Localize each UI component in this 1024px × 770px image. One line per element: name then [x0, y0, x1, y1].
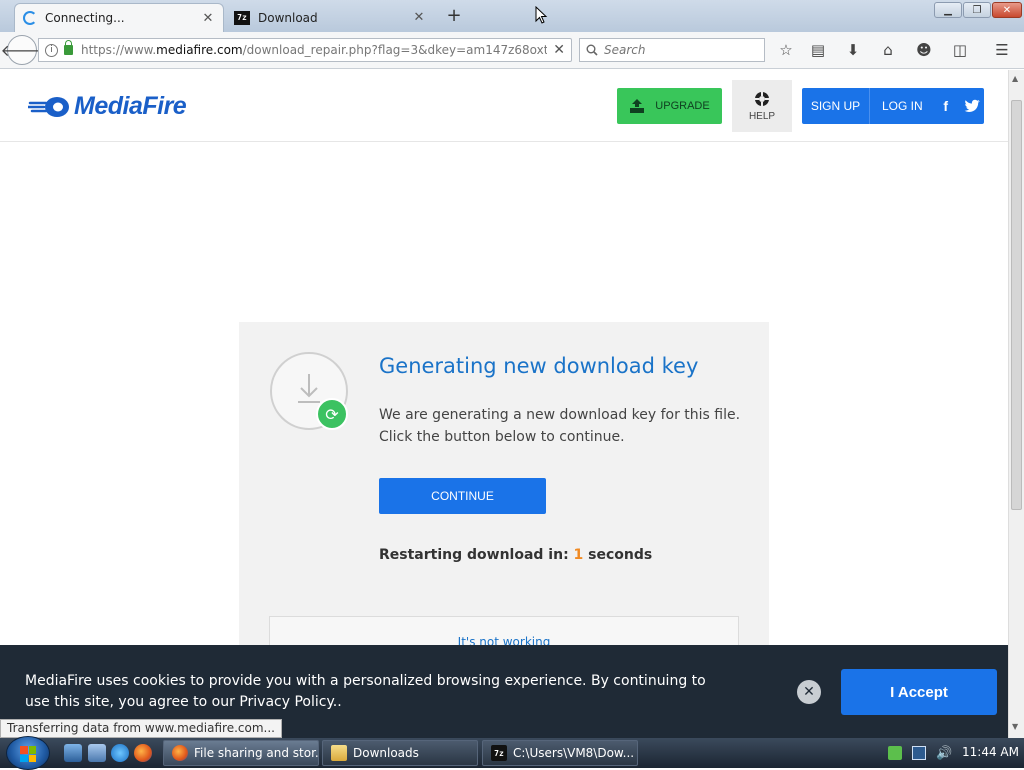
- explorer-icon[interactable]: [88, 744, 106, 762]
- windows-taskbar: File sharing and stor... Downloads 7z C:…: [0, 736, 1024, 770]
- taskbar-clock[interactable]: 11:44 AM: [962, 745, 1019, 759]
- scroll-up-icon[interactable]: ▲: [1012, 74, 1018, 83]
- back-button[interactable]: 🡐: [1, 35, 43, 65]
- navigation-bar: 🡐 i https://www.mediafire.com/download_r…: [0, 32, 1024, 69]
- info-icon[interactable]: i: [45, 43, 58, 57]
- accept-cookies-button[interactable]: I Accept: [841, 669, 997, 715]
- close-window-button[interactable]: ✕: [992, 2, 1022, 18]
- bookmark-star-icon[interactable]: ☆: [776, 40, 796, 60]
- tab-connecting[interactable]: Connecting... ✕: [14, 3, 224, 32]
- help-button[interactable]: HELP: [732, 80, 792, 132]
- scroll-down-icon[interactable]: ▼: [1012, 722, 1018, 731]
- new-tab-button[interactable]: +: [444, 5, 464, 26]
- search-icon: [586, 44, 598, 56]
- tab-title: Connecting...: [45, 11, 125, 25]
- smiley-icon[interactable]: ☻: [914, 40, 934, 60]
- twitter-icon[interactable]: [963, 97, 981, 115]
- upgrade-icon: [630, 99, 645, 113]
- description-line-1: We are generating a new download key for…: [379, 407, 741, 423]
- upgrade-button[interactable]: UPGRADE: [617, 88, 722, 124]
- internet-explorer-icon[interactable]: [111, 744, 129, 762]
- mouse-cursor-icon: [535, 6, 548, 24]
- restart-suffix: seconds: [588, 547, 653, 563]
- windows-logo-icon: [20, 746, 36, 762]
- task-label: C:\Users\VM8\Dow...: [513, 746, 635, 760]
- maximize-button[interactable]: ❐: [963, 2, 991, 18]
- download-description: We are generating a new download key for…: [379, 404, 749, 448]
- refresh-icon: ⟳: [316, 398, 348, 430]
- restart-count: 1: [573, 547, 584, 563]
- mediafire-logo[interactable]: MediaFire: [28, 92, 187, 121]
- minimize-button[interactable]: ▁: [934, 2, 962, 18]
- pocket-icon[interactable]: ◫: [950, 40, 970, 60]
- taskbar-item-7zip[interactable]: 7z C:\Users\VM8\Dow...: [482, 740, 638, 766]
- downloads-icon[interactable]: ⬇: [843, 40, 863, 60]
- page-scrollbar[interactable]: ▲ ▼: [1008, 70, 1024, 738]
- reading-list-icon[interactable]: ▤: [808, 40, 828, 60]
- restart-countdown: Restarting download in: 1 seconds: [379, 547, 652, 563]
- logo-text: MediaFire: [74, 92, 187, 120]
- firefox-icon[interactable]: [134, 744, 152, 762]
- task-label: Downloads: [353, 746, 419, 760]
- url-bar[interactable]: i https://www.mediafire.com/download_rep…: [38, 38, 572, 62]
- tab-close-icon[interactable]: ✕: [201, 11, 215, 26]
- volume-icon[interactable]: 🔊: [936, 746, 952, 761]
- status-bar: Transferring data from www.mediafire.com…: [0, 719, 282, 738]
- menu-icon[interactable]: ☰: [992, 40, 1012, 60]
- auth-group: SIGN UP LOG IN f: [802, 88, 984, 124]
- web-page: MediaFire UPGRADE HELP SIGN UP LOG IN f: [0, 70, 1008, 738]
- tab-title: Download: [258, 10, 318, 25]
- signup-button[interactable]: SIGN UP: [802, 88, 870, 124]
- folder-icon: [331, 745, 347, 761]
- loading-spinner-icon: [23, 11, 37, 25]
- continue-button[interactable]: CONTINUE: [379, 478, 546, 514]
- facebook-icon[interactable]: f: [937, 97, 955, 115]
- help-label: HELP: [748, 110, 776, 122]
- browser-tab-bar: Connecting... ✕ 7z Download ✕ + ▁ ❐ ✕: [0, 0, 1024, 32]
- lock-icon: [64, 40, 73, 55]
- upgrade-label: UPGRADE: [655, 100, 710, 112]
- download-title: Generating new download key: [379, 354, 699, 378]
- tab-download[interactable]: 7z Download ✕: [226, 3, 434, 32]
- task-label: File sharing and stor...: [194, 746, 319, 760]
- tab-close-icon[interactable]: ✕: [412, 10, 426, 25]
- taskbar-item-downloads[interactable]: Downloads: [322, 740, 478, 766]
- stop-loading-icon[interactable]: ✕: [553, 42, 565, 58]
- cookie-text: MediaFire uses cookies to provide you wi…: [25, 673, 706, 710]
- start-button[interactable]: [6, 736, 50, 770]
- login-button[interactable]: LOG IN: [870, 99, 923, 113]
- url-text[interactable]: https://www.mediafire.com/download_repai…: [81, 43, 547, 57]
- search-bar[interactable]: [579, 38, 765, 62]
- 7zip-icon: 7z: [234, 10, 250, 25]
- 7zip-icon: 7z: [491, 745, 507, 761]
- restart-prefix: Restarting download in:: [379, 547, 569, 563]
- search-input[interactable]: [604, 43, 754, 57]
- cookie-close-button[interactable]: ✕: [797, 680, 821, 704]
- site-header: MediaFire UPGRADE HELP SIGN UP LOG IN f: [0, 70, 1008, 142]
- taskbar-item-firefox[interactable]: File sharing and stor...: [163, 740, 319, 766]
- system-tray: 🔊: [888, 738, 952, 768]
- security-shield-icon[interactable]: [888, 746, 902, 760]
- home-icon[interactable]: ⌂: [878, 40, 898, 60]
- lifebuoy-icon: [755, 91, 769, 106]
- scroll-thumb[interactable]: [1011, 100, 1022, 510]
- show-desktop-icon[interactable]: [64, 744, 82, 762]
- description-line-2: Click the button below to continue.: [379, 429, 625, 445]
- network-icon[interactable]: [912, 746, 926, 760]
- firefox-icon: [172, 745, 188, 761]
- flame-logo-icon: [28, 96, 69, 117]
